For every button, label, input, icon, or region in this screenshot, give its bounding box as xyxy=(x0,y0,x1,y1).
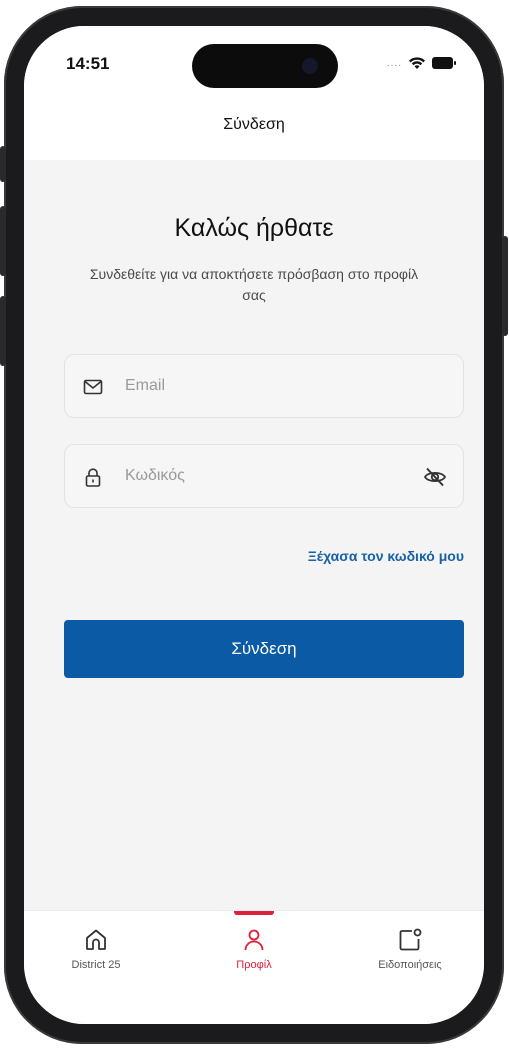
battery-icon xyxy=(432,57,456,69)
forgot-password-link[interactable]: Ξέχασα τον κωδικό μου xyxy=(308,548,464,564)
dynamic-island xyxy=(192,44,338,88)
notification-icon xyxy=(399,928,422,951)
password-field xyxy=(64,444,464,508)
email-input[interactable] xyxy=(125,355,405,417)
mail-icon xyxy=(83,379,103,395)
email-field xyxy=(64,354,464,418)
password-input[interactable] xyxy=(125,445,405,507)
status-icons: .... xyxy=(387,56,456,70)
person-icon xyxy=(244,929,264,951)
volume-up-button xyxy=(0,206,6,276)
page-title: Σύνδεση xyxy=(223,116,285,133)
camera-lens-icon xyxy=(302,58,318,74)
tab-notifications[interactable]: Ειδοποιήσεις xyxy=(340,911,480,991)
tab-profile[interactable]: Προφίλ xyxy=(184,911,324,991)
volume-down-button xyxy=(0,296,6,366)
eye-off-icon[interactable] xyxy=(423,465,447,489)
lock-icon xyxy=(85,468,101,487)
action-button xyxy=(0,146,6,182)
tab-label: Ειδοποιήσεις xyxy=(378,959,442,971)
status-bar: 14:51 .... xyxy=(24,26,484,90)
signal-dots: .... xyxy=(386,57,402,69)
navigation-header: Σύνδεση xyxy=(24,90,484,160)
tab-label: Προφίλ xyxy=(236,959,272,971)
active-tab-indicator xyxy=(234,911,274,915)
power-button xyxy=(502,236,508,336)
home-icon xyxy=(86,929,106,950)
bottom-tab-bar: District 25 Προφίλ Ειδοποιήσεις xyxy=(24,910,484,1024)
wifi-icon xyxy=(409,57,425,69)
tab-district-25[interactable]: District 25 xyxy=(26,911,166,991)
tab-label: District 25 xyxy=(71,959,121,971)
phone-frame: 14:51 .... Σύνδεση Καλώς ήρθατε Συνδεθεί… xyxy=(0,6,508,1044)
login-subtitle: Συνδεθείτε για να αποκτήσετε πρόσβαση στ… xyxy=(89,266,419,303)
status-time: 14:51 xyxy=(66,54,110,73)
login-button[interactable]: Σύνδεση xyxy=(64,620,464,678)
welcome-heading: Καλώς ήρθατε xyxy=(174,214,334,242)
screen: 14:51 .... Σύνδεση Καλώς ήρθατε Συνδεθεί… xyxy=(24,26,484,1024)
